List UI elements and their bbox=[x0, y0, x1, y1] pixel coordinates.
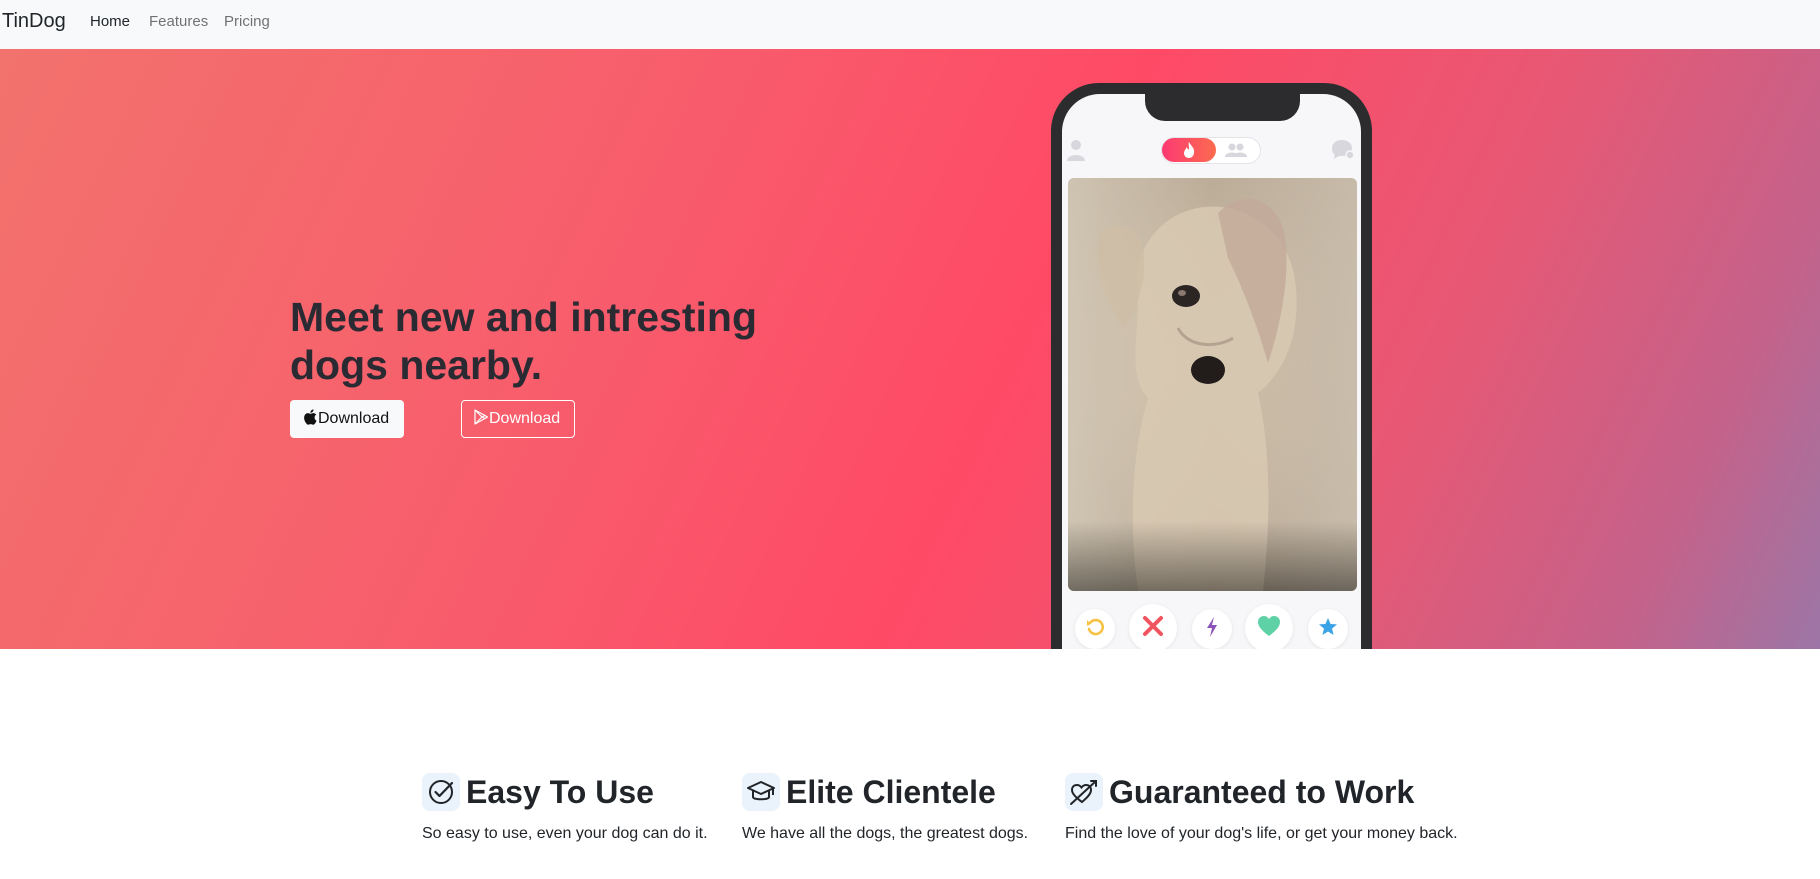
hero-section: Meet new and intresting dogs nearby. Dow… bbox=[0, 49, 1820, 649]
flame-icon bbox=[1162, 138, 1216, 162]
chat-icon bbox=[1330, 138, 1356, 165]
google-play-download-button[interactable]: Download bbox=[461, 400, 575, 438]
super-like-button bbox=[1308, 609, 1348, 649]
phone-mockup bbox=[1051, 83, 1372, 649]
phone-screen bbox=[1062, 94, 1361, 649]
nope-icon bbox=[1142, 615, 1164, 642]
super-like-icon bbox=[1318, 617, 1338, 642]
app-top-bar bbox=[1062, 134, 1361, 166]
like-icon bbox=[1257, 615, 1281, 642]
phone-notch bbox=[1145, 94, 1300, 121]
app-store-download-label: Download bbox=[318, 410, 390, 427]
feature-title: Elite Clientele bbox=[786, 773, 996, 810]
apple-icon bbox=[303, 408, 318, 430]
brand-logo[interactable]: TinDog bbox=[2, 10, 66, 33]
feature-guaranteed-to-work: Guaranteed to Work Find the love of your… bbox=[1065, 773, 1458, 843]
feature-text: We have all the dogs, the greatest dogs. bbox=[742, 825, 1029, 842]
dog-photo bbox=[1068, 178, 1357, 591]
nav-link-pricing[interactable]: Pricing bbox=[224, 13, 270, 30]
google-play-download-label: Download bbox=[489, 410, 561, 427]
feature-title: Easy To Use bbox=[466, 773, 654, 810]
graduation-cap-icon bbox=[742, 773, 780, 811]
boost-icon bbox=[1206, 616, 1218, 642]
action-bar bbox=[1062, 599, 1361, 649]
google-play-icon bbox=[474, 408, 489, 430]
boost-button bbox=[1192, 609, 1232, 649]
app-store-download-button[interactable]: Download bbox=[290, 400, 404, 438]
nav-link-features[interactable]: Features bbox=[149, 13, 208, 30]
discovery-toggle bbox=[1161, 137, 1261, 164]
feature-text: So easy to use, even your dog can do it. bbox=[422, 825, 708, 842]
group-icon bbox=[1224, 142, 1248, 163]
feature-text: Find the love of your dog's life, or get… bbox=[1065, 825, 1458, 842]
like-button bbox=[1245, 604, 1293, 649]
navbar: TinDog Home Features Pricing bbox=[0, 0, 1820, 49]
feature-elite-clientele: Elite Clientele We have all the dogs, th… bbox=[742, 773, 1028, 843]
feature-easy-to-use: Easy To Use So easy to use, even your do… bbox=[422, 773, 708, 843]
nav-link-home[interactable]: Home bbox=[90, 13, 130, 30]
nope-button bbox=[1129, 604, 1177, 649]
heart-arrow-icon bbox=[1065, 773, 1103, 811]
check-circle-icon bbox=[422, 773, 460, 811]
hero-title: Meet new and intresting dogs nearby. bbox=[290, 294, 757, 388]
profile-icon bbox=[1066, 138, 1086, 167]
feature-title: Guaranteed to Work bbox=[1109, 773, 1415, 810]
photo-shade bbox=[1068, 521, 1357, 591]
rewind-button bbox=[1075, 609, 1115, 649]
rewind-icon bbox=[1085, 617, 1105, 642]
